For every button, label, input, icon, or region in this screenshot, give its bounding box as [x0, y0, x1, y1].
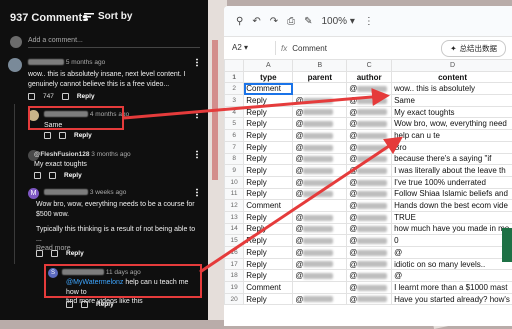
arrow-to-row-6: [200, 140, 398, 272]
arrow-to-row-3: [124, 96, 384, 118]
arrows-overlay: [0, 0, 512, 320]
